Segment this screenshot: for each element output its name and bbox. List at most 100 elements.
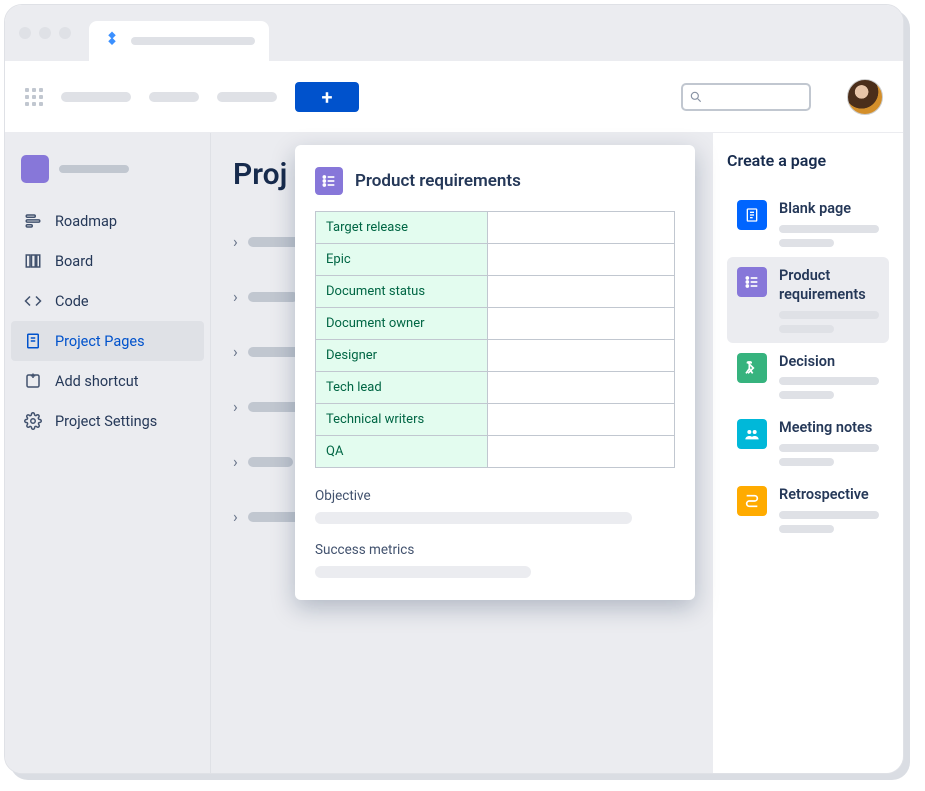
placeholder [779,325,834,333]
table-row: Target release [316,212,675,244]
search-icon [689,90,703,104]
placeholder [779,458,834,466]
sidebar-item-board[interactable]: Board [11,241,204,281]
chevron-right-icon: › [233,232,238,251]
popup-title: Product requirements [355,171,521,191]
search-input[interactable] [681,83,811,111]
sidebar-item-label: Project Pages [55,333,145,350]
project-header[interactable] [11,149,204,201]
gear-icon [23,411,43,431]
nav-placeholder [149,92,199,102]
jira-icon [103,30,121,52]
table-cell-label: Epic [316,244,488,276]
table-cell-value [488,212,675,244]
template-card[interactable]: Product requirements [727,257,889,343]
sidebar-item-code[interactable]: Code [11,281,204,321]
add-shortcut-icon [23,371,43,391]
create-button[interactable]: + [295,82,359,112]
sidebar-item-label: Code [55,293,89,310]
placeholder [779,511,879,519]
window-controls [19,27,71,39]
window-dot [39,27,51,39]
row-placeholder [248,457,293,467]
user-avatar[interactable] [847,79,883,115]
table-cell-value [488,436,675,468]
template-icon [737,200,767,230]
template-icon [737,353,767,383]
project-name-placeholder [59,165,129,173]
template-card[interactable]: Meeting notes [727,409,889,476]
template-card[interactable]: Retrospective [727,476,889,543]
template-preview-popup: Product requirements Target releaseEpicD… [295,145,695,600]
template-icon [737,419,767,449]
table-row: Document status [316,276,675,308]
browser-tab[interactable] [89,21,269,61]
requirements-table: Target releaseEpicDocument statusDocumen… [315,211,675,468]
template-title: Decision [779,353,879,372]
sidebar-item-label: Add shortcut [55,373,139,390]
table-cell-label: Designer [316,340,488,372]
sidebar-item-project-pages[interactable]: Project Pages [11,321,204,361]
template-icon [737,486,767,516]
list-icon [315,167,343,195]
table-cell-value [488,308,675,340]
table-cell-label: Document owner [316,308,488,340]
section-heading-metrics: Success metrics [315,542,675,558]
nav-placeholder [217,92,277,102]
table-cell-label: Tech lead [316,372,488,404]
template-title: Meeting notes [779,419,879,438]
row-placeholder [248,292,298,302]
table-cell-label: Technical writers [316,404,488,436]
table-cell-value [488,404,675,436]
placeholder [779,391,834,399]
template-title: Product requirements [779,267,879,305]
sidebar-item-label: Board [55,253,93,270]
placeholder [315,566,531,578]
tab-title-placeholder [131,37,255,45]
template-card[interactable]: Blank page [727,190,889,257]
app-switcher-icon[interactable] [25,88,43,106]
placeholder [315,512,632,524]
table-cell-value [488,276,675,308]
template-title: Blank page [779,200,879,219]
placeholder [779,239,834,247]
chevron-right-icon: › [233,342,238,361]
placeholder [779,311,879,319]
table-cell-value [488,244,675,276]
window-dot [19,27,31,39]
row-placeholder [248,512,300,522]
table-cell-value [488,372,675,404]
placeholder [779,377,879,385]
roadmap-icon [23,211,43,231]
sidebar-item-add-shortcut[interactable]: Add shortcut [11,361,204,401]
chevron-right-icon: › [233,397,238,416]
project-sidebar: Roadmap Board Code Project Pages [5,133,211,773]
nav-placeholder [61,92,131,102]
sidebar-item-project-settings[interactable]: Project Settings [11,401,204,441]
table-row: Designer [316,340,675,372]
template-title: Retrospective [779,486,879,505]
table-row: Document owner [316,308,675,340]
table-row: Tech lead [316,372,675,404]
sidebar-item-roadmap[interactable]: Roadmap [11,201,204,241]
top-nav: + [5,61,903,133]
window-dot [59,27,71,39]
placeholder [779,225,879,233]
sidebar-item-label: Project Settings [55,413,157,430]
table-row: QA [316,436,675,468]
chevron-right-icon: › [233,507,238,526]
pages-icon [23,331,43,351]
table-cell-label: Document status [316,276,488,308]
sidebar-item-label: Roadmap [55,213,117,230]
code-icon [23,291,43,311]
create-page-rail: Create a page Blank page Product requirem… [713,133,903,773]
template-icon [737,267,767,297]
chevron-right-icon: › [233,287,238,306]
table-row: Epic [316,244,675,276]
template-card[interactable]: Decision [727,343,889,410]
table-cell-label: QA [316,436,488,468]
rail-heading: Create a page [727,151,889,170]
placeholder [779,525,834,533]
main-content: Proj › › › › › › [211,133,713,773]
app-window: + Roadmap Board [4,4,904,774]
